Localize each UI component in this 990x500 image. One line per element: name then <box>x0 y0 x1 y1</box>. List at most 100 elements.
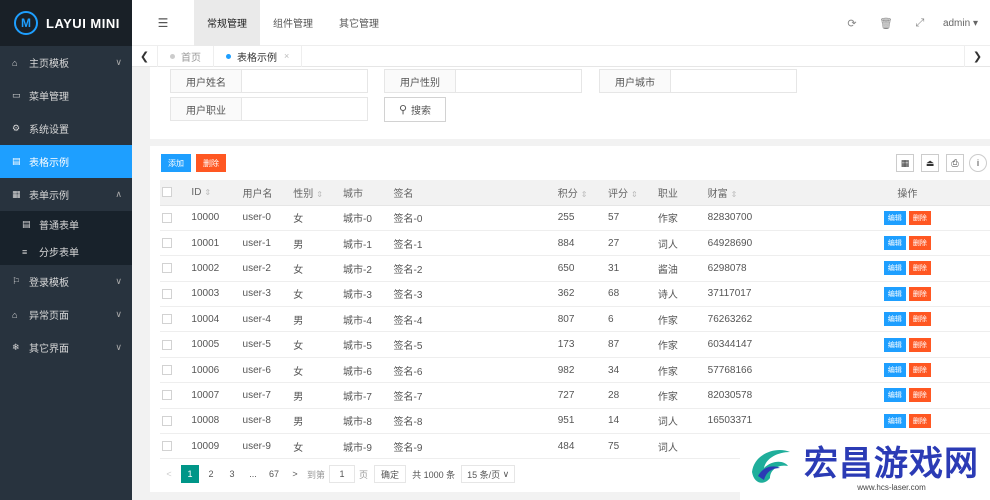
table-row[interactable]: 10000 user-0 女城市-0 签名-0 255 57 作家 82830700 编辑 删除 <box>160 205 990 231</box>
delete-button[interactable]: 删除 <box>196 154 226 172</box>
row-delete-button[interactable]: 删除 <box>908 261 931 276</box>
user-menu[interactable]: admin ▾ <box>937 18 990 29</box>
page-last-button[interactable]: 67 <box>265 465 283 483</box>
row-checkbox[interactable] <box>162 314 172 325</box>
table-row[interactable]: 10001 user-1 男城市-1 签名-1 884 27 词人 64928690 编辑 删除 <box>160 230 990 257</box>
print-icon[interactable]: ⎙ <box>946 154 964 172</box>
sidebar-item-6[interactable]: ⌂ 异常页面 ∨ <box>0 298 132 331</box>
tabs-scroll-left-icon[interactable]: ❮ <box>132 45 158 67</box>
row-checkbox[interactable] <box>162 415 172 426</box>
info-icon[interactable]: i <box>969 154 987 172</box>
tabs-scroll-right-icon[interactable]: ❯ <box>964 45 990 67</box>
column-header[interactable]: 财富 ⇕ <box>707 180 825 206</box>
sidebar-item-3[interactable]: ▤ 表格示例 <box>0 145 132 178</box>
table-row[interactable]: 10005 user-5 女城市-5 签名-5 173 87 作家 60344147 编辑 删除 <box>160 331 990 358</box>
table-row[interactable]: 10002 user-2 女城市-2 签名-2 650 31 酱油 6298078 编辑 删除 <box>160 255 990 282</box>
row-delete-button[interactable]: 删除 <box>908 337 931 352</box>
row-edit-button[interactable]: 编辑 <box>883 210 906 225</box>
page-tab-table-example[interactable]: 表格示例 × <box>214 45 303 67</box>
sort-icon[interactable]: ⇕ <box>204 188 211 197</box>
close-icon[interactable]: × <box>284 51 289 61</box>
goto-confirm-button[interactable]: 确定 <box>374 465 407 483</box>
table-row[interactable]: 10006 user-6 女城市-6 签名-6 982 34 作家 57768166 编辑 删除 <box>160 357 990 384</box>
job-input[interactable] <box>242 97 368 121</box>
sort-icon[interactable]: ⇕ <box>316 190 323 199</box>
row-edit-button[interactable]: 编辑 <box>883 312 906 327</box>
calendar-icon: ▦ <box>12 189 21 199</box>
row-checkbox[interactable] <box>162 390 172 401</box>
table-cell: 女 <box>293 357 344 384</box>
row-delete-button[interactable]: 删除 <box>908 363 931 378</box>
columns-filter-icon[interactable]: ▦ <box>896 154 914 172</box>
sidebar-item-2[interactable]: ⚙ 系统设置 <box>0 112 132 145</box>
search-button[interactable]: ⚲ 搜索 <box>384 97 446 122</box>
row-edit-button[interactable]: 编辑 <box>883 388 906 403</box>
sidebar-item-5[interactable]: ⚐ 登录模板 ∨ <box>0 265 132 298</box>
row-delete-button[interactable]: 删除 <box>908 210 931 225</box>
row-checkbox[interactable] <box>162 212 172 223</box>
table-row[interactable]: 10003 user-3 女城市-3 签名-3 362 68 诗人 37117017 编辑 删除 <box>160 281 990 308</box>
row-delete-button[interactable]: 删除 <box>908 236 931 251</box>
page-size-select[interactable]: 15 条/页 ∨ <box>461 465 516 483</box>
row-checkbox[interactable] <box>162 339 172 350</box>
row-delete-button[interactable]: 删除 <box>908 388 931 403</box>
page-tab-home[interactable]: 首页 <box>158 45 214 67</box>
next-page-button[interactable]: > <box>286 465 304 483</box>
page-3-button[interactable]: 3 <box>223 465 241 483</box>
row-edit-button[interactable]: 编辑 <box>883 236 906 251</box>
add-button[interactable]: 添加 <box>161 154 191 172</box>
sidebar-item-1[interactable]: ▭ 菜单管理 <box>0 79 132 112</box>
refresh-icon[interactable]: ⟳ <box>835 17 869 30</box>
column-header[interactable]: 评分 ⇕ <box>608 180 658 206</box>
row-edit-button[interactable]: 编辑 <box>883 413 906 428</box>
chevron-down-icon: ∨ <box>502 468 510 479</box>
sort-icon[interactable]: ⇕ <box>581 190 588 199</box>
username-input[interactable] <box>242 69 368 93</box>
page-tabbar: ❮ 首页 表格示例 × ❯ <box>132 45 990 67</box>
select-all-checkbox[interactable] <box>162 187 172 198</box>
table-row[interactable]: 10008 user-8 男城市-8 签名-8 951 14 词人 16503371 编辑 删除 <box>160 408 990 435</box>
top-tab-other[interactable]: 其它管理 <box>326 0 392 46</box>
sidebar-item-4[interactable]: ▦ 表单示例 ∧ <box>0 178 132 211</box>
row-delete-button[interactable]: 删除 <box>908 286 931 301</box>
table-row[interactable]: 10007 user-7 男城市-7 签名-7 727 28 作家 82030578 编辑 删除 <box>160 382 990 409</box>
table-row[interactable]: 10004 user-4 男城市-4 签名-4 807 6 作家 76263262 编辑 删除 <box>160 306 990 333</box>
column-header[interactable]: 积分 ⇕ <box>557 180 609 206</box>
row-delete-button[interactable]: 删除 <box>908 413 931 428</box>
export-icon[interactable]: ⏏ <box>921 154 939 172</box>
trash-icon[interactable]: 🗑 <box>869 17 903 30</box>
row-actions: 编辑 删除 <box>824 281 990 308</box>
sidebar-item-7[interactable]: ❄ 其它界面 ∨ <box>0 331 132 364</box>
sort-icon[interactable]: ⇕ <box>731 190 738 199</box>
column-header[interactable]: 性别 ⇕ <box>293 180 344 206</box>
column-header[interactable]: ID ⇕ <box>191 180 243 206</box>
top-tab-general[interactable]: 常规管理 <box>194 0 260 46</box>
row-checkbox[interactable] <box>162 237 172 248</box>
row-edit-button[interactable]: 编辑 <box>883 286 906 301</box>
page-2-button[interactable]: 2 <box>202 465 220 483</box>
field-label: 用户职业 <box>170 97 242 121</box>
logo[interactable]: M LAYUI MINI <box>0 0 132 46</box>
prev-page-button[interactable]: < <box>160 465 178 483</box>
row-checkbox[interactable] <box>162 441 172 452</box>
row-checkbox[interactable] <box>162 263 172 274</box>
sort-icon[interactable]: ⇕ <box>631 190 638 199</box>
goto-page-input[interactable]: 1 <box>329 465 356 483</box>
fullscreen-icon[interactable]: ⤢ <box>903 17 937 30</box>
row-edit-button[interactable]: 编辑 <box>883 337 906 352</box>
row-delete-button[interactable]: 删除 <box>908 312 931 327</box>
top-tab-components[interactable]: 组件管理 <box>260 0 326 46</box>
window-icon: ▭ <box>12 90 21 100</box>
submenu-item-0[interactable]: ▤ 普通表单 <box>0 211 132 238</box>
gender-input[interactable] <box>456 69 582 93</box>
row-edit-button[interactable]: 编辑 <box>883 363 906 378</box>
row-edit-button[interactable]: 编辑 <box>883 261 906 276</box>
city-input[interactable] <box>671 69 797 93</box>
menu-toggle-icon[interactable]: ☰ <box>132 0 194 46</box>
page-1-button[interactable]: 1 <box>181 465 199 483</box>
submenu-item-1[interactable]: ≡ 分步表单 <box>0 238 132 265</box>
sidebar-item-0[interactable]: ⌂ 主页模板 ∨ <box>0 46 132 79</box>
row-checkbox[interactable] <box>162 364 172 375</box>
row-checkbox[interactable] <box>162 288 172 299</box>
table-cell: 37117017 <box>707 281 825 308</box>
